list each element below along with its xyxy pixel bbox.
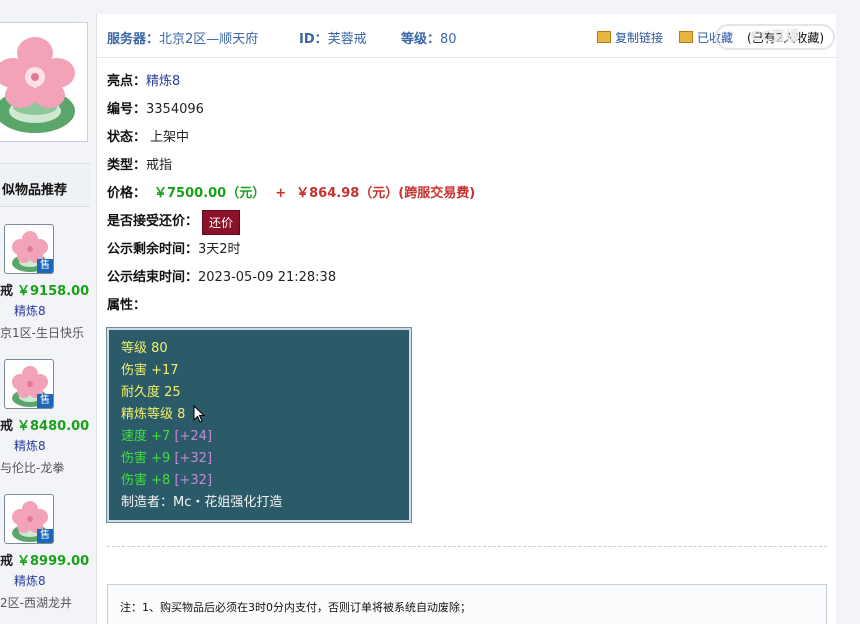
for-sale-badge: 售	[37, 259, 53, 273]
bonus-attribute-line: 伤害 +9 [+32]	[121, 451, 213, 466]
status-row: 状态： 上架中	[107, 130, 190, 145]
similar-item-name: 戒	[0, 554, 14, 569]
attribute-line: 耐久度 25	[121, 385, 181, 400]
attribute-line: 伤害 +17	[121, 363, 179, 378]
serial-value: 3354096	[146, 102, 204, 117]
purchase-notice: 注：1、购买物品后必须在3时0分内支付，否则订单将被系统自动废除；	[107, 584, 827, 624]
similar-item-name: 戒	[0, 284, 14, 299]
similar-item-thumbnail[interactable]: 售	[4, 224, 54, 274]
similar-item-name: 戒	[0, 419, 14, 434]
favorite-icon	[679, 31, 693, 43]
level-value: 80	[440, 32, 457, 47]
price-row: 价格： ￥7500.00（元） + ￥864.98（元）(跨服交易费)	[107, 186, 476, 201]
remaining-time-row: 公示剩余时间：3天2时	[107, 242, 241, 257]
similar-item-price: ￥9158.00	[17, 284, 90, 299]
highlight-value[interactable]: 精炼8	[146, 74, 180, 89]
type-value: 戒指	[146, 158, 173, 173]
bargain-button[interactable]: 还价	[202, 210, 241, 235]
similar-item-card[interactable]: 售 戒 ￥8480.00 精炼8 与伦比-龙拳	[0, 359, 90, 479]
jade-ring-flower-icon	[0, 37, 75, 133]
item-main-image	[0, 22, 88, 142]
level-info: 等级：80	[401, 32, 457, 47]
similar-item-server: 2区-西湖龙井	[0, 596, 72, 610]
stream-watermark: CC直播	[715, 24, 835, 50]
similar-item-tag: 精炼8	[14, 439, 46, 453]
bonus-attribute-line: 伤害 +8 [+32]	[121, 473, 213, 488]
end-time-value: 2023-05-09 21:28:38	[198, 270, 337, 285]
similar-item-thumbnail[interactable]: 售	[4, 359, 54, 409]
serial-row: 编号：3354096	[107, 102, 204, 117]
similar-items-sidebar: 似物品推荐 售 戒￥9158.00 精炼8 京1区-生日快乐 售 戒￥848	[0, 0, 90, 624]
for-sale-badge: 售	[37, 394, 53, 408]
attributes-label-row: 属性：	[107, 298, 147, 313]
highlight-row: 亮点：精炼8	[107, 74, 181, 89]
attributes-box: 等级 80 伤害 +17 耐久度 25 精炼等级 8 速度 +7 [+24] 伤…	[106, 327, 412, 523]
mouse-cursor-icon	[193, 405, 205, 423]
id-info: ID：芙蓉戒	[299, 32, 367, 47]
similar-item-card[interactable]: 售 戒 ￥8999.00 精炼8 2区-西湖龙井	[0, 494, 90, 614]
maker-line: 制造者：Mc・花姐强化打造	[121, 495, 283, 510]
status-value: 上架中	[150, 130, 190, 145]
similar-item-server: 京1区-生日快乐	[0, 326, 84, 340]
notice-text: 注：1、购买物品后必须在3时0分内支付，否则订单将被系统自动废除；	[120, 601, 471, 614]
end-time-row: 公示结束时间：2023-05-09 21:28:38	[107, 270, 337, 285]
price-value: ￥7500.00（元）	[154, 186, 266, 201]
server-value: 北京2区—顺天府	[159, 32, 259, 47]
similar-items-title-text: 似物品推荐	[2, 183, 68, 198]
similar-item-thumbnail[interactable]: 售	[4, 494, 54, 544]
type-row: 类型：戒指	[107, 158, 173, 173]
bonus-attribute-line: 速度 +7 [+24]	[121, 429, 213, 444]
copy-link-button[interactable]: 复制链接	[597, 29, 663, 46]
section-divider	[107, 546, 827, 547]
attribute-line: 等级 80	[121, 341, 168, 356]
remaining-time-value: 3天2时	[198, 242, 241, 257]
copy-link-icon	[597, 31, 611, 43]
server-info: 服务器：北京2区—顺天府	[107, 32, 259, 47]
item-detail-panel: 服务器：北京2区—顺天府 ID：芙蓉戒 等级：80 复制链接 已收藏 (已有2人…	[96, 14, 837, 624]
id-value: 芙蓉戒	[327, 32, 367, 47]
cross-server-fee: ￥864.98（元）(跨服交易费)	[296, 186, 476, 201]
similar-item-tag: 精炼8	[14, 574, 46, 588]
bargain-row: 是否接受还价： 还价	[107, 210, 241, 235]
price-plus: +	[275, 186, 287, 201]
similar-item-server: 与伦比-龙拳	[0, 461, 65, 475]
similar-item-card[interactable]: 售 戒 ￥9158.00 精炼8 京1区-生日快乐	[0, 224, 90, 344]
similar-items-title: 似物品推荐	[0, 163, 90, 207]
similar-item-tag: 精炼8	[14, 304, 46, 318]
for-sale-badge: 售	[37, 529, 53, 543]
similar-item-price: ￥8480.00	[17, 419, 90, 434]
similar-item-price: ￥8999.00	[17, 554, 90, 569]
item-header-bar: 服务器：北京2区—顺天府 ID：芙蓉戒 等级：80 复制链接 已收藏 (已有2人…	[97, 14, 837, 58]
attribute-line: 精炼等级 8	[121, 407, 186, 422]
